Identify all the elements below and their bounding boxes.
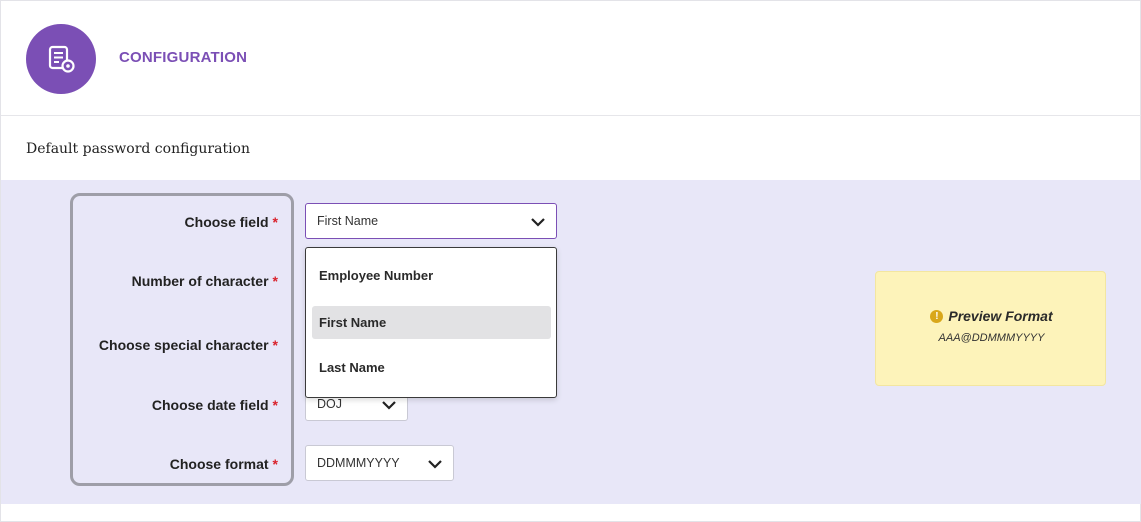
chevron-down-icon xyxy=(531,218,545,227)
preview-value: AAA@DDMMMYYYY xyxy=(938,332,1045,344)
number-of-character-label: Number of character * xyxy=(131,273,278,289)
page-title: CONFIGURATION xyxy=(119,49,248,66)
settings-list-icon xyxy=(26,24,96,94)
configuration-card: CONFIGURATION Default password configura… xyxy=(0,0,1141,522)
preview-format-box: ! Preview Format AAA@DDMMMYYYY xyxy=(875,271,1106,386)
choose-date-field-label: Choose date field * xyxy=(151,397,278,413)
date-field-value: DOJ xyxy=(317,396,342,411)
page-header: CONFIGURATION xyxy=(1,1,1141,116)
section-title: Default password configuration xyxy=(26,141,250,157)
dropdown-option-first-name[interactable]: First Name xyxy=(312,306,551,339)
preview-title: ! Preview Format xyxy=(876,308,1107,324)
format-select[interactable]: DDMMMYYYY xyxy=(305,445,454,481)
choose-field-dropdown: Employee Number First Name Last Name xyxy=(305,247,557,398)
choose-field-select[interactable]: First Name xyxy=(305,203,557,239)
dropdown-option-employee-number[interactable]: Employee Number xyxy=(312,259,551,292)
info-icon: ! xyxy=(930,309,944,323)
choose-format-label: Choose format * xyxy=(169,456,278,472)
format-value: DDMMMYYYY xyxy=(317,456,400,470)
dropdown-option-last-name[interactable]: Last Name xyxy=(312,351,551,384)
chevron-down-icon xyxy=(428,460,442,469)
chevron-down-icon xyxy=(382,401,396,410)
choose-field-value: First Name xyxy=(317,214,379,228)
choose-special-character-label: Choose special character * xyxy=(98,337,278,353)
choose-field-label: Choose field * xyxy=(184,214,278,230)
